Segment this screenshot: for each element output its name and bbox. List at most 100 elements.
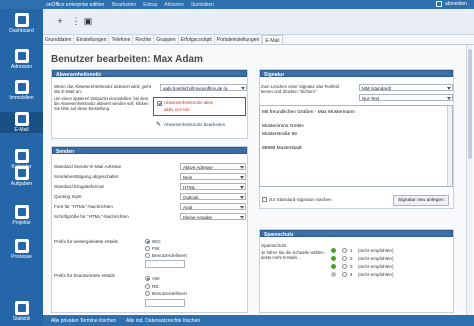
absence-active-checkbox[interactable]: [157, 101, 162, 106]
font-select[interactable]: Arial: [180, 203, 246, 210]
spam-level-2-num: 2: [350, 256, 353, 261]
menu-aktionen[interactable]: Aktionen: [164, 2, 183, 8]
tab-rechte[interactable]: Rechte: [133, 35, 155, 44]
spam-level-1-label: (nicht empfohlen): [358, 248, 394, 253]
absence-active-label: Abwesenheitsnotiz aktiv: [164, 100, 214, 105]
spam-level-1-radio[interactable]: [342, 248, 347, 253]
prefix-reply-aw-label: AW:: [152, 276, 161, 281]
spam-level-3-num: 3: [350, 264, 353, 269]
spam-level-2-indicator: [331, 256, 336, 261]
sender-address-select[interactable]: Aktive Adresse: [180, 163, 246, 170]
signature-line: [262, 116, 355, 123]
sidebar-item-projekte[interactable]: Projekte: [0, 205, 43, 226]
prefix-reply-re-radio[interactable]: [145, 284, 150, 289]
prefix-forward-fw-label: FW:: [152, 246, 161, 251]
sidebar-item-email[interactable]: E-Mail: [0, 112, 43, 133]
absence-edit-link[interactable]: Abwesenheitsnotiz bearbeiten: [164, 122, 225, 127]
prefix-forward-label: Prefix für weitergeleitete eMails: [54, 239, 118, 244]
sender-address-label: Standard Sender-E-Mail Adresse: [54, 164, 122, 169]
menu-bearbeiten[interactable]: Bearbeiten: [112, 2, 136, 8]
delete-private-appointments-link[interactable]: Alle privaten Termine löschen: [51, 318, 116, 324]
absence-schedule-hint: Um einen späteren Zeitpunkt einzustellen…: [54, 96, 149, 111]
prefix-reply-custom-input[interactable]: [145, 299, 185, 307]
sidebar-item-dashboard[interactable]: Dashboard: [0, 13, 43, 34]
spam-level-4-label: (nicht empfohlen): [358, 272, 394, 277]
menu-dots-icon[interactable]: ⋮: [71, 16, 81, 26]
tab-email[interactable]: E-Mail: [262, 35, 283, 44]
spam-header: Spamschutz: [260, 230, 453, 238]
sidebar-item-aufgaben[interactable]: Aufgaben: [0, 166, 43, 187]
menu-extras[interactable]: Extras: [143, 2, 157, 8]
prefix-forward-fw-radio[interactable]: [145, 246, 150, 251]
tab-portaleinstellungen[interactable]: Portaleinstellungen: [215, 35, 263, 44]
font-size-select[interactable]: Kleine Angabe: [180, 213, 246, 220]
default-signature-label: zur Standard-Signatur machen: [269, 197, 332, 202]
send-header: Senden: [52, 147, 247, 155]
top-menu-bar: onOffice enterprise edition Bearbeiten E…: [0, 0, 474, 9]
signature-scrollbar[interactable]: [447, 106, 452, 186]
prefix-forward-custom-radio[interactable]: [145, 253, 150, 258]
signature-textarea[interactable]: Mit freundlichen Grüßen - Max Mustermann…: [259, 105, 453, 187]
signature-hint: Zum Löschen einer Signatur das Textfeld …: [261, 84, 340, 94]
spam-level-4-indicator: [331, 272, 336, 277]
spam-level-1-indicator: [331, 248, 336, 253]
signature-header: Signatur: [260, 70, 453, 78]
spam-level-2-label: (nicht empfohlen): [358, 256, 394, 261]
sidebar-item-prozesse[interactable]: Prozesse: [0, 239, 43, 260]
page-scrollbar[interactable]: [466, 45, 472, 315]
add-icon[interactable]: +: [55, 16, 65, 26]
menu-statistiken[interactable]: Statistiken: [191, 2, 214, 8]
prefix-reply-label: Prefix für beantwortete eMails: [54, 273, 115, 278]
sidebar-item-adressen[interactable]: Adressen: [0, 49, 43, 70]
spam-level-4-radio[interactable]: [342, 272, 347, 277]
status-bar: Alle privaten Termine löschen Alle ind. …: [43, 315, 474, 326]
delete-record-rights-link[interactable]: Alle ind. Datensatzrechte löschen: [126, 318, 200, 324]
app-brand: onOffice enterprise edition: [46, 2, 105, 8]
spam-level-2-radio[interactable]: [342, 256, 347, 261]
new-signature-button[interactable]: Signatur neu anlegen: [393, 195, 449, 206]
page-scrollbar-thumb[interactable]: [468, 49, 472, 159]
prefix-reply-custom-label: Benutzerdefiniert: [152, 291, 187, 296]
receipt-label: Sendebestätigung abgeschaltet: [54, 174, 119, 179]
absence-header: Abwesenheitsnotiz: [52, 70, 247, 78]
absence-forward-label: Wenn die Abwesenheitsnotiz aktiviert wir…: [54, 84, 151, 94]
spam-level-3-radio[interactable]: [342, 264, 347, 269]
input-format-select[interactable]: HTML: [180, 183, 246, 190]
signature-format-select[interactable]: Nur-Text: [359, 94, 453, 101]
tab-erfolgscockpit[interactable]: Erfolgscockpit: [179, 35, 215, 44]
spam-level-3-indicator: [331, 264, 336, 269]
logout-link[interactable]: abmelden: [445, 1, 467, 7]
absence-email-select[interactable]: gabi.froehlich@myonoffice.de (a: [160, 84, 247, 91]
tasks-icon: [14, 166, 29, 180]
statistics-icon: [14, 301, 29, 315]
receipt-select[interactable]: Nein: [180, 173, 246, 180]
signature-line: 99999 Musterstadt: [262, 145, 302, 151]
prefix-forward-custom-input[interactable]: [145, 260, 185, 268]
signature-line: Mit freundlichen Grüßen - Max Mustermann: [262, 110, 355, 115]
prefix-forward-wg-radio[interactable]: [145, 239, 150, 244]
calendar-icon: [14, 149, 29, 163]
prefix-reply-custom-radio[interactable]: [145, 291, 150, 296]
default-signature-checkbox[interactable]: [262, 197, 267, 202]
spam-panel: Spamschutz: [259, 229, 454, 313]
tab-gruppen[interactable]: Gruppen: [154, 35, 179, 44]
quoting-style-select[interactable]: Outlook: [180, 193, 246, 200]
sidebar-item-statistik[interactable]: Statistik: [0, 301, 43, 322]
save-icon[interactable]: ▣: [83, 16, 93, 26]
email-icon: [14, 112, 29, 126]
tab-einstellungen[interactable]: Einstellungen: [74, 35, 110, 44]
absence-range-label: aktiv von bis: [164, 107, 190, 112]
prefix-forward-wg-label: WG:: [152, 239, 162, 244]
signature-line: [262, 138, 355, 145]
addresses-icon: [14, 49, 29, 63]
prefix-reply-aw-radio[interactable]: [145, 276, 150, 281]
tab-bar: Grunddaten Einstellungen Telefone Rechte…: [43, 35, 474, 45]
logout-icon[interactable]: [436, 1, 442, 7]
signature-select[interactable]: MM (standard): [359, 84, 453, 91]
signature-line: Musterstraße 69: [262, 131, 297, 137]
tab-grunddaten[interactable]: Grunddaten: [43, 35, 75, 44]
dashboard-icon: [14, 13, 29, 27]
tab-telefone[interactable]: Telefone: [109, 35, 134, 44]
spam-level-1-num: 1: [350, 248, 353, 253]
sidebar-item-immobilien[interactable]: Immobilien: [0, 80, 43, 101]
